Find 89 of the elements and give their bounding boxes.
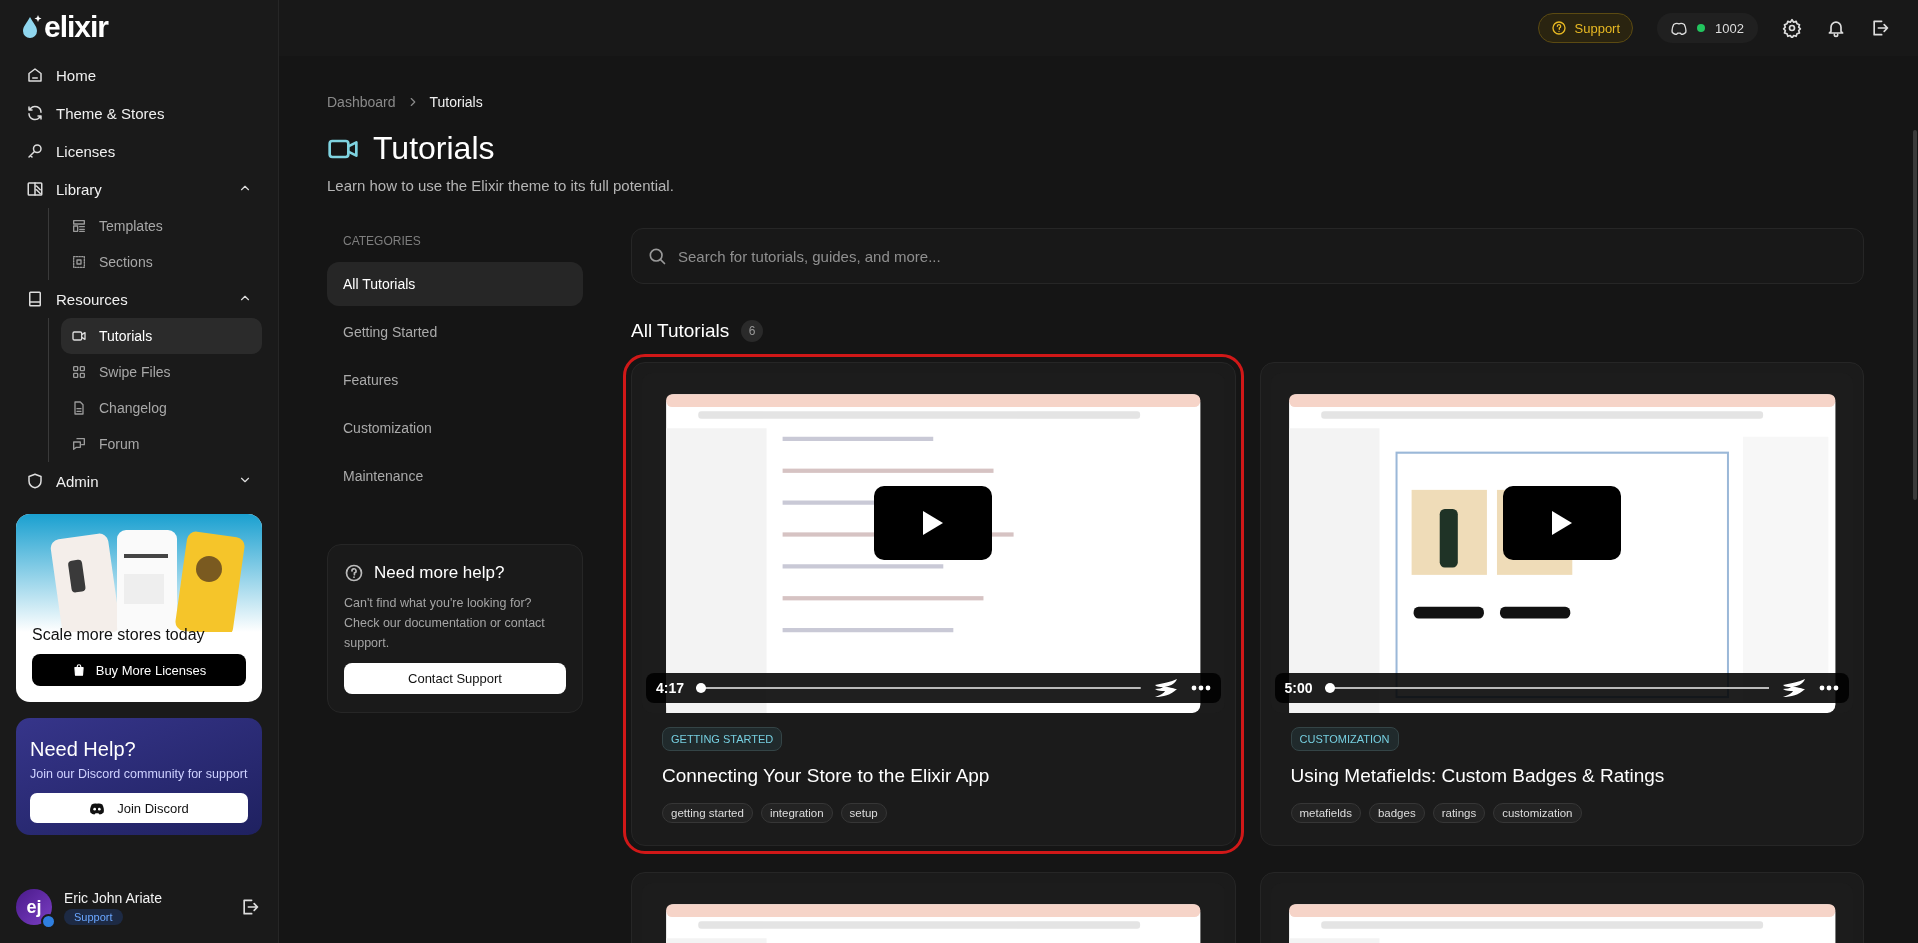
tutorial-card[interactable]: 5:00 CUSTOMIZATION Using Metafields: Custom Badges & Ratings metafields badges ratings customization — [1259, 362, 1864, 846]
refresh-icon — [26, 104, 44, 122]
logout-icon — [1870, 18, 1890, 38]
grid-icon — [71, 364, 87, 380]
settings-button[interactable] — [1782, 18, 1802, 38]
page-title: Tutorials — [373, 130, 495, 167]
nav-item[interactable]: Admin — [16, 462, 262, 500]
bell-icon — [1826, 18, 1846, 38]
home-icon — [26, 66, 44, 84]
video-duration: 5:00 — [1284, 680, 1313, 696]
play-icon — [1550, 509, 1573, 536]
help-title: Need Help? — [30, 738, 137, 761]
logout-button[interactable] — [240, 897, 260, 917]
buy-licenses-button[interactable]: Buy More Licenses — [32, 654, 246, 686]
help-text: Join our Discord community for support — [30, 767, 248, 781]
contact-support-button[interactable]: Contact Support — [344, 663, 566, 694]
panel-icon — [26, 180, 44, 198]
play-button[interactable] — [874, 485, 993, 560]
logout-button[interactable] — [1870, 18, 1890, 38]
search-field[interactable]: Search for tutorials, guides, and more... — [631, 228, 1864, 284]
category-item[interactable]: Getting Started — [327, 310, 583, 354]
category-item[interactable]: Features — [327, 358, 583, 402]
nav-item[interactable]: Home — [16, 56, 262, 94]
category-item[interactable]: All Tutorials — [327, 262, 583, 306]
breadcrumb-link[interactable]: Dashboard — [327, 94, 396, 110]
nav-item[interactable]: Library — [16, 170, 262, 208]
help-circle-icon — [344, 563, 364, 583]
gamepad-icon — [1671, 21, 1688, 35]
category-item[interactable]: Maintenance — [327, 454, 583, 498]
online-dot — [1697, 24, 1706, 32]
role-badge: Support — [64, 908, 123, 925]
category-badge: GETTING STARTED — [662, 727, 783, 751]
layout-icon — [71, 218, 87, 234]
help-title: Need more help? — [374, 563, 505, 583]
gamepad-icon — [89, 801, 106, 815]
logout-icon — [240, 897, 260, 917]
promo-title: Scale more stores today — [31, 626, 206, 644]
notifications-button[interactable] — [1826, 18, 1846, 38]
nav-subitem[interactable]: Changelog — [61, 390, 262, 426]
nav-item[interactable]: Theme & Stores — [16, 94, 262, 132]
breadcrumb-current: Tutorials — [429, 94, 483, 110]
play-icon — [922, 509, 945, 536]
swoosh-logo-icon — [1781, 679, 1807, 697]
join-discord-button[interactable]: Join Discord — [30, 793, 248, 823]
avatar: ej — [16, 889, 52, 925]
more-icon[interactable] — [1190, 685, 1211, 691]
tag-chip: integration — [760, 803, 833, 823]
dashed-square-icon — [71, 254, 87, 270]
tag-chip: customization — [1493, 803, 1582, 823]
book-icon — [26, 290, 44, 308]
key-icon — [26, 142, 44, 160]
tag-chip: getting started — [662, 803, 753, 823]
tutorial-title: Connecting Your Store to the Elixir App — [662, 765, 991, 787]
nav-subitem[interactable]: Templates — [61, 208, 262, 244]
chat-icon — [71, 436, 87, 452]
video-icon — [71, 328, 87, 344]
droplet-logo-icon — [22, 14, 42, 40]
tag-chip: badges — [1368, 803, 1425, 823]
help-circle-icon — [1550, 20, 1567, 36]
section-title: All Tutorials — [631, 320, 730, 342]
help-text: Can't find what you're looking for? Check our documentation or contact support. — [344, 595, 546, 652]
tag-chip: metafields — [1290, 803, 1361, 823]
discord-status[interactable]: 1002 — [1657, 13, 1758, 43]
category-item[interactable]: Customization — [327, 406, 583, 450]
shopping-bag-icon — [71, 663, 86, 677]
tutorial-title: Using Metafields: Custom Badges & Ratings — [1290, 765, 1666, 787]
shield-icon — [26, 472, 44, 490]
nav-item[interactable]: Resources — [16, 280, 262, 318]
more-icon[interactable] — [1819, 685, 1839, 691]
nav-subitem[interactable]: Tutorials — [61, 318, 262, 354]
nav-item[interactable]: Licenses — [16, 132, 262, 170]
category-badge: CUSTOMIZATION — [1290, 727, 1399, 751]
tag-chip: setup — [840, 803, 887, 823]
tag-chip: ratings — [1432, 803, 1486, 823]
nav-subitem[interactable]: Sections — [61, 244, 262, 280]
count-badge: 6 — [741, 320, 764, 342]
support-button[interactable]: Support — [1537, 13, 1634, 43]
nav-subitem[interactable]: Forum — [61, 426, 262, 462]
play-button[interactable] — [1502, 485, 1621, 560]
video-duration: 4:17 — [656, 680, 685, 696]
nav-subitem[interactable]: Swipe Files — [61, 354, 262, 390]
logo-text: elixir — [44, 10, 109, 44]
settings-icon — [1782, 18, 1802, 38]
page-subtitle: Learn how to use the Elixir theme to its full potential. — [327, 177, 675, 194]
member-count: 1002 — [1715, 20, 1744, 36]
user-name: Eric John Ariate — [64, 889, 163, 906]
scrollbar[interactable] — [1913, 130, 1917, 500]
categories-heading: CATEGORIES — [342, 233, 422, 248]
document-icon — [71, 400, 87, 416]
